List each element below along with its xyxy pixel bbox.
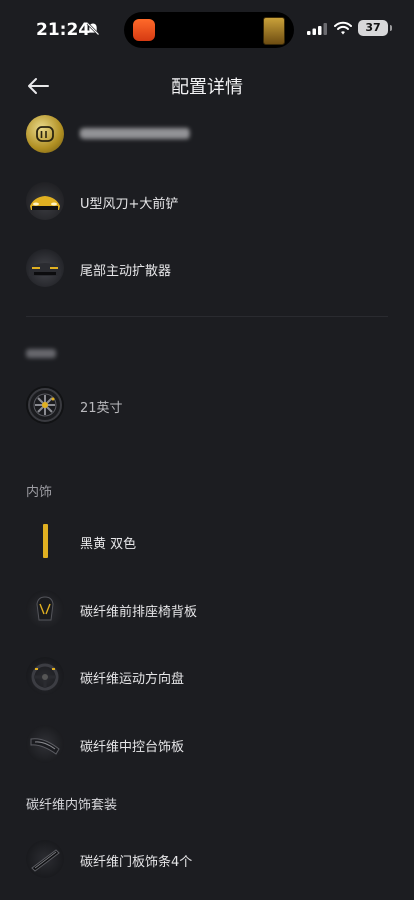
list-item[interactable]: 黑黄 双色 <box>0 516 414 566</box>
item-label: 碳纤维中控台饰板 <box>80 740 185 755</box>
item-label: U型风刀+大前铲 <box>80 197 179 212</box>
list-item-brand-badge[interactable] <box>0 109 414 159</box>
section-title-interior: 内饰 <box>26 485 53 500</box>
item-label: 尾部主动扩散器 <box>80 264 172 279</box>
list-item[interactable]: U型风刀+大前铲 <box>0 176 414 226</box>
battery-indicator: 37 <box>358 20 392 36</box>
yellow-swatch-bar <box>43 524 48 558</box>
wifi-icon <box>334 21 352 35</box>
front-splitter-thumbnail <box>26 182 64 220</box>
dynamic-island <box>124 12 294 48</box>
item-label: 碳纤维前排座椅背板 <box>80 605 198 620</box>
item-label: 碳纤维运动方向盘 <box>80 672 185 687</box>
steering-wheel-icon <box>31 663 59 691</box>
silent-bell-icon <box>86 22 100 36</box>
item-label: 21英寸 <box>80 401 123 416</box>
list-item[interactable]: 尾部主动扩散器 <box>0 243 414 293</box>
seat-back-thumbnail <box>26 590 64 628</box>
color-swatch-thumbnail <box>26 522 64 560</box>
wheel-thumbnail <box>26 386 64 424</box>
console-trim-thumbnail <box>26 725 64 763</box>
status-bar: 21:24 37 <box>0 0 414 60</box>
page-title: 配置详情 <box>171 77 243 98</box>
cellular-signal-icon <box>307 23 327 35</box>
car-rear-icon <box>29 263 61 276</box>
list-item[interactable]: 碳纤维中控台饰板 <box>0 719 414 769</box>
section-title-carbon-kit: 碳纤维内饰套装 <box>26 798 118 813</box>
seat-icon <box>36 596 54 621</box>
status-time: 21:24 <box>36 20 91 40</box>
list-item[interactable]: 碳纤维前排座椅背板 <box>0 584 414 634</box>
obscured-heading <box>26 349 56 358</box>
center-console-icon <box>30 738 60 755</box>
brand-badge-thumbnail <box>26 115 64 153</box>
item-label: 碳纤维门板饰条4个 <box>80 855 193 870</box>
xiaomi-logo-icon <box>36 126 54 142</box>
list-item[interactable]: 碳纤维门板饰条4个 <box>0 834 414 884</box>
door-trim-thumbnail <box>26 840 64 878</box>
list-item-wheel[interactable]: 21英寸 <box>0 380 414 430</box>
door-trim-strip-icon <box>31 849 60 872</box>
divider <box>26 316 388 317</box>
live-activity-artwork-icon <box>263 17 285 45</box>
steering-wheel-thumbnail <box>26 657 64 695</box>
obscured-label <box>80 128 190 139</box>
item-label: 黑黄 双色 <box>80 537 137 552</box>
wheel-rim-icon <box>28 388 62 422</box>
car-front-icon <box>30 196 60 210</box>
list-item[interactable]: 碳纤维运动方向盘 <box>0 651 414 701</box>
rear-diffuser-thumbnail <box>26 249 64 287</box>
live-activity-app-icon <box>133 19 155 41</box>
